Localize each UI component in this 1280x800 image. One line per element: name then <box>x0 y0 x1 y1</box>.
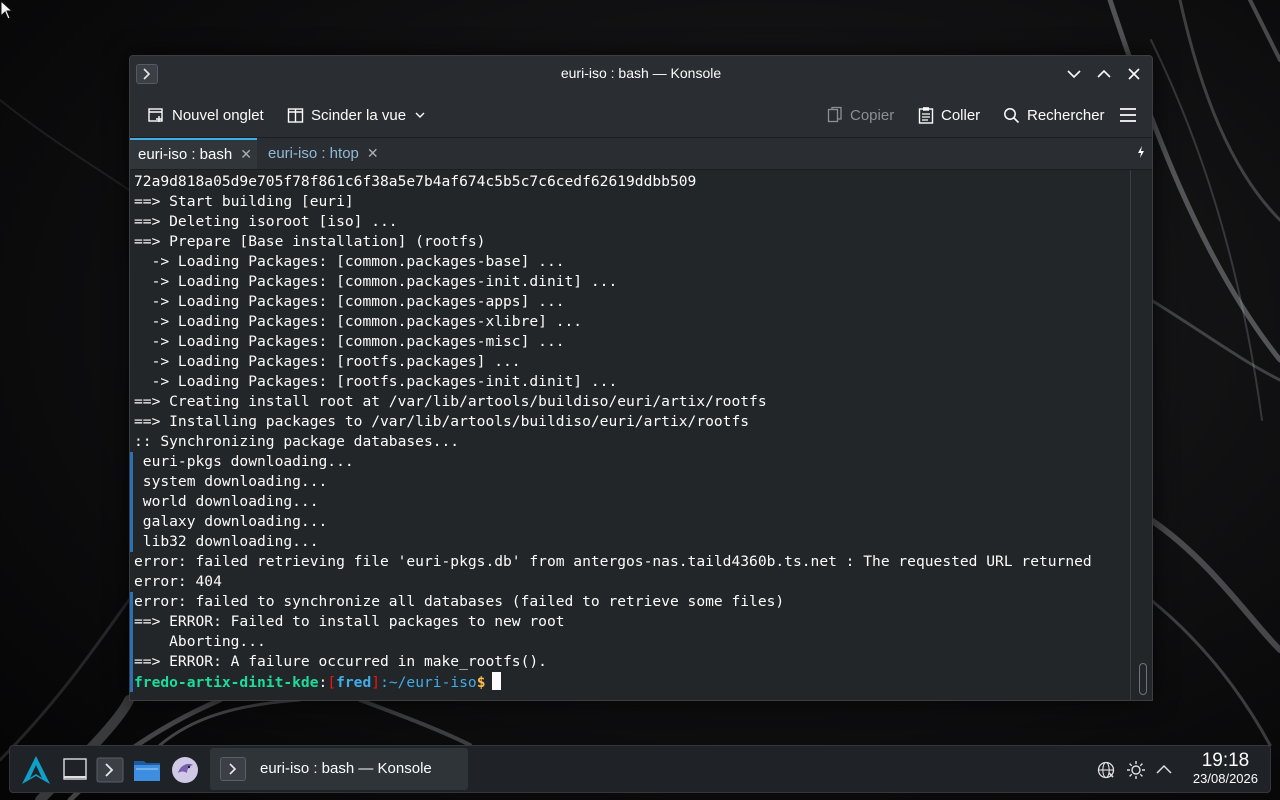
terminal-line: ==> Installing packages to /var/lib/arto… <box>134 413 750 430</box>
terminal-line: ==> Start building [euri] <box>134 193 354 210</box>
bird-browser-icon[interactable] <box>170 755 200 785</box>
prompt-path: :~/euri-iso <box>380 674 477 691</box>
chevron-down-icon[interactable] <box>413 108 427 122</box>
new-tab-icon <box>148 108 163 122</box>
paste-button[interactable]: Coller <box>918 104 980 126</box>
close-icon[interactable] <box>1124 64 1144 84</box>
terminal-line: error: failed retrieving file 'euri-pkgs… <box>134 553 1092 570</box>
new-tab-button[interactable]: Nouvel onglet <box>147 104 264 126</box>
chevron-up-icon[interactable] <box>1154 760 1174 780</box>
search-button[interactable]: Rechercher <box>1003 104 1105 126</box>
tab-htop[interactable]: euri-iso : htop ✕ <box>260 138 388 169</box>
tab-label: euri-iso : htop <box>268 145 359 162</box>
terminal-line: error: 404 <box>134 573 222 590</box>
terminal-line: -> Loading Packages: [rootfs.packages] .… <box>134 353 521 370</box>
network-globe-icon[interactable] <box>1096 760 1116 780</box>
tab-menu-icon[interactable] <box>1136 145 1146 159</box>
terminal-output: 72a9d818a05d9e705f78f861c6f38a5e7b4af674… <box>134 172 1092 692</box>
terminal-line: system downloading... <box>134 473 328 490</box>
task-konsole[interactable]: euri-iso : bash — Konsole <box>210 748 468 790</box>
terminal-line: 72a9d818a05d9e705f78f861c6f38a5e7b4af674… <box>134 173 697 190</box>
terminal-view[interactable]: 72a9d818a05d9e705f78f861c6f38a5e7b4af674… <box>130 170 1130 700</box>
prompt-bracket-close: ] <box>371 674 381 691</box>
konsole-icon[interactable] <box>95 755 125 785</box>
terminal-line: ==> ERROR: A failure occurred in make_ro… <box>134 653 547 670</box>
window-title: euri-iso : bash — Konsole <box>560 65 722 81</box>
show-desktop-icon[interactable] <box>60 755 90 785</box>
terminal-line: error: failed to synchronize all databas… <box>134 593 785 610</box>
hamburger-menu-icon[interactable] <box>1119 107 1137 123</box>
dolphin-folder-icon[interactable] <box>132 755 162 785</box>
terminal-line: -> Loading Packages: [common.packages-ba… <box>134 253 565 270</box>
paste-icon <box>918 107 934 124</box>
terminal-line: -> Loading Packages: [common.packages-xl… <box>134 313 583 330</box>
maximize-icon[interactable] <box>1094 64 1114 84</box>
terminal-line: euri-pkgs downloading... <box>134 453 354 470</box>
scrollbar-thumb[interactable] <box>1139 663 1147 695</box>
terminal-line: ==> Deleting isoroot [iso] ... <box>134 213 398 230</box>
taskbar-panel: euri-iso : bash — Konsole 19:18 23/08/20… <box>9 745 1271 793</box>
terminal-line: -> Loading Packages: [rootfs.packages-in… <box>134 373 618 390</box>
terminal-scrollbar[interactable] <box>1130 170 1152 700</box>
output-marker <box>130 452 133 552</box>
terminal-line: ==> ERROR: Failed to install packages to… <box>134 613 565 630</box>
main-toolbar: Nouvel onglet Scinder la vue Copier Coll… <box>130 92 1152 138</box>
brightness-icon[interactable] <box>1126 760 1146 780</box>
terminal-line: :: Synchronizing package databases... <box>134 433 460 450</box>
terminal-line: -> Loading Packages: [common.packages-ap… <box>134 293 565 310</box>
paste-label: Coller <box>941 106 981 124</box>
terminal-line: ==> Prepare [Base installation] (rootfs) <box>134 233 486 250</box>
prompt-host: fredo-artix-dinit-kde <box>134 674 319 691</box>
output-marker <box>130 592 133 692</box>
split-view-icon <box>287 107 304 123</box>
tab-bar: euri-iso : bash ✕ euri-iso : htop ✕ <box>130 138 1152 170</box>
copy-button[interactable]: Copier <box>827 104 894 126</box>
copy-label: Copier <box>850 106 895 124</box>
terminal-line: -> Loading Packages: [common.packages-mi… <box>134 333 565 350</box>
terminal-line: ==> Creating install root at /var/lib/ar… <box>134 393 767 410</box>
tab-label: euri-iso : bash <box>138 146 233 163</box>
konsole-window[interactable]: euri-iso : bash — Konsole Nouvel onglet … <box>129 55 1153 701</box>
terminal-line: galaxy downloading... <box>134 513 328 530</box>
mouse-pointer-icon <box>0 0 14 20</box>
window-titlebar[interactable]: euri-iso : bash — Konsole <box>130 56 1152 92</box>
search-label: Rechercher <box>1027 106 1105 124</box>
minimize-icon[interactable] <box>1064 64 1084 84</box>
prompt-user: fred <box>336 674 372 691</box>
terminal-line: -> Loading Packages: [common.packages-in… <box>134 273 618 290</box>
terminal-line: Aborting... <box>134 633 266 650</box>
terminal-line: lib32 downloading... <box>134 533 319 550</box>
tab-close-icon[interactable]: ✕ <box>367 145 379 162</box>
search-icon <box>1004 107 1020 123</box>
new-tab-label: Nouvel onglet <box>172 106 264 124</box>
tab-close-icon[interactable]: ✕ <box>240 146 252 163</box>
prompt-separator: : <box>318 674 328 691</box>
digital-clock[interactable]: 19:18 23/08/2026 <box>1193 750 1258 787</box>
terminal-line: world downloading... <box>134 493 319 510</box>
artix-logo-icon[interactable] <box>20 754 52 786</box>
task-label: euri-iso : bash — Konsole <box>260 760 432 777</box>
text-cursor <box>491 672 501 690</box>
split-view-label: Scinder la vue <box>311 106 407 124</box>
konsole-icon <box>220 757 246 781</box>
terminal-prompt[interactable]: fredo-artix-dinit-kde:[fred]:~/euri-iso$ <box>134 672 1092 692</box>
prompt-bracket-open: [ <box>327 674 337 691</box>
tab-bash[interactable]: euri-iso : bash ✕ <box>130 138 257 169</box>
prompt-symbol: $ <box>476 674 486 691</box>
clock-date: 23/08/2026 <box>1192 771 1258 786</box>
clock-time: 19:18 <box>1201 750 1250 771</box>
split-view-button[interactable]: Scinder la vue <box>287 104 427 126</box>
copy-icon <box>827 106 842 123</box>
